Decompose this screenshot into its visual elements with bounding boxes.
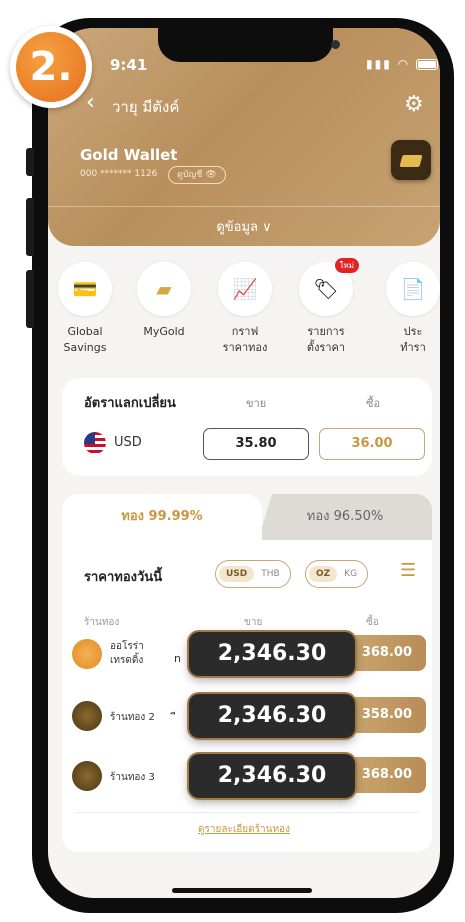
new-badge: ใหม่: [334, 258, 359, 273]
header-divider: [48, 206, 440, 207]
shop-name: ออโรร่า เทรดดิ้ง: [110, 641, 144, 666]
menu-label: ตั้งราคา: [306, 341, 346, 354]
exchange-sell-value[interactable]: 35.80: [203, 428, 309, 460]
chart-icon: 📈: [232, 277, 258, 301]
unit-option-kg[interactable]: KG: [337, 566, 364, 582]
shop-name: ร้านทอง 3: [110, 772, 155, 783]
menu-label: ทำรา: [400, 341, 426, 354]
menu-item-mygold[interactable]: ▰ MyGold: [129, 262, 199, 340]
menu-label: รายการ: [307, 325, 345, 338]
unit-toggle[interactable]: OZ KG: [305, 560, 369, 588]
exchange-currency: USD: [114, 435, 142, 450]
buy-price-pill[interactable]: 358.00: [354, 697, 426, 733]
status-icons: ▮▮▮ ◠: [366, 57, 438, 71]
show-account-toggle[interactable]: ดูบัญชี 👁: [168, 166, 226, 184]
menu-label: Global: [67, 325, 103, 338]
today-price-title: ราคาทองวันนี้: [84, 570, 163, 585]
shop-name-truncation: n: [174, 652, 181, 665]
shop-name: ร้านทอง 2: [110, 712, 155, 723]
info-toggle[interactable]: ดูข้อมูล ∨: [48, 216, 440, 237]
quick-menu: 💳 Global Savings ▰ MyGold 📈 กราฟราคาทอง 🏷…: [48, 258, 440, 372]
exchange-sell-header: ขาย: [246, 397, 267, 410]
sell-price-popup: 2,346.30: [189, 694, 355, 738]
shop-gold-icon: [72, 701, 102, 731]
step-number: 2.: [16, 32, 86, 102]
col-sell-header: ขาย: [244, 617, 263, 628]
exchange-buy-value[interactable]: 36.00: [319, 428, 425, 460]
currency-option-usd[interactable]: USD: [219, 566, 255, 582]
menu-label: Savings: [63, 341, 107, 354]
col-buy-header: ซื้อ: [366, 617, 379, 628]
status-time: 9:41: [110, 56, 148, 74]
signal-icon: ▮▮▮: [366, 57, 392, 71]
step-number-badge: 2.: [10, 26, 92, 108]
sell-price-popup: 2,346.30: [189, 754, 355, 798]
mute-switch: [26, 148, 34, 176]
shop-gold-icon: [72, 761, 102, 791]
unit-option-oz[interactable]: OZ: [309, 566, 338, 582]
back-icon[interactable]: ‹: [86, 92, 95, 114]
menu-label: ประ: [403, 325, 423, 338]
battery-icon: [415, 59, 438, 70]
tab-9999[interactable]: ทอง 99.99%: [62, 494, 262, 540]
wifi-icon: ◠: [397, 57, 411, 71]
currency-toggle[interactable]: USD THB: [215, 560, 291, 588]
sort-list-icon[interactable]: ☰: [400, 560, 416, 581]
buy-price-pill[interactable]: 368.00: [354, 757, 426, 793]
exchange-title: อัตราแลกเปลี่ยน: [84, 396, 176, 411]
card-icon: 💳: [72, 277, 98, 301]
buy-price-pill[interactable]: 368.00: [354, 635, 426, 671]
menu-label: MyGold: [143, 325, 185, 338]
account-number: 000 ******* 1126: [80, 169, 158, 179]
table-divider: [76, 812, 418, 813]
gold-bars-icon: ▰: [156, 277, 172, 301]
menu-item-global-savings[interactable]: 💳 Global Savings: [50, 262, 120, 356]
user-name: วายุ มีตังค์: [112, 98, 180, 116]
wallet-title: Gold Wallet: [80, 146, 178, 164]
price-alert-icon: 🏷: [313, 277, 339, 301]
us-flag-icon: [84, 432, 106, 454]
exchange-buy-header: ซื้อ: [366, 397, 381, 410]
currency-option-thb[interactable]: THB: [254, 566, 286, 582]
col-shop-header: ร้านทอง: [84, 617, 120, 628]
notch: [158, 28, 333, 62]
menu-item-price-alert[interactable]: 🏷 ใหม่ รายการตั้งราคา: [291, 258, 361, 356]
settings-gear-icon[interactable]: ⚙: [404, 92, 424, 117]
tab-9650[interactable]: ทอง 96.50%: [258, 494, 432, 540]
purity-tabs: ทอง 96.50% ทอง 99.99%: [62, 494, 432, 540]
volume-down-button: [26, 270, 34, 328]
menu-item-history[interactable]: 📄 ประทำรา: [378, 262, 440, 356]
menu-label: ราคาทอง: [222, 341, 268, 354]
camera-dot: [331, 40, 340, 49]
menu-item-price-chart[interactable]: 📈 กราฟราคาทอง: [210, 262, 280, 356]
menu-label: กราฟ: [231, 325, 259, 338]
gold-bar-icon: [391, 140, 431, 180]
home-indicator: [172, 888, 312, 893]
shop-details-link[interactable]: ดูรายละเอียดร้านทอง: [48, 822, 440, 837]
aurora-logo-icon: [72, 639, 102, 669]
sell-price-popup: 2,346.30: [189, 632, 355, 676]
history-icon: 📄: [400, 277, 426, 301]
volume-up-button: [26, 198, 34, 256]
